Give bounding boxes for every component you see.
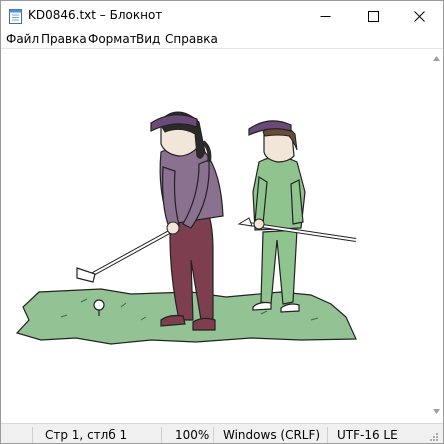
- menu-format[interactable]: Формат: [88, 32, 137, 46]
- instructor-figure: [237, 120, 357, 313]
- menu-edit[interactable]: Правка: [41, 32, 87, 46]
- status-encoding: UTF-16 LE: [337, 428, 398, 442]
- golf-illustration: [15, 111, 357, 345]
- status-zoom: 100%: [175, 428, 210, 442]
- maximize-icon: [368, 11, 379, 22]
- menu-view[interactable]: Вид: [136, 32, 160, 46]
- minimize-icon: [320, 16, 331, 17]
- menu-file[interactable]: Файл: [6, 32, 39, 46]
- notepad-icon: [9, 9, 22, 24]
- maximize-button[interactable]: [351, 1, 397, 31]
- close-icon: [414, 11, 425, 22]
- scroll-up-arrow-icon[interactable]: [433, 56, 440, 61]
- status-separator: [32, 427, 33, 443]
- close-button[interactable]: [397, 1, 443, 31]
- title-bar[interactable]: KD0846.txt – Блокнот: [1, 1, 443, 31]
- scroll-down-arrow-icon[interactable]: [433, 409, 440, 414]
- notepad-window: KD0846.txt – Блокнот Файл Правка Формат …: [0, 0, 444, 444]
- menu-bar: Файл Правка Формат Вид Справка: [1, 31, 443, 48]
- resize-grip-icon[interactable]: [429, 432, 439, 442]
- status-separator: [327, 427, 328, 443]
- status-separator: [213, 427, 214, 443]
- status-line-endings: Windows (CRLF): [223, 428, 321, 442]
- status-bar: Стр 1, стлб 1 100% Windows (CRLF) UTF-16…: [1, 423, 443, 443]
- menu-help[interactable]: Справка: [165, 32, 218, 46]
- text-editor-area[interactable]: [1, 48, 443, 423]
- status-cursor-position: Стр 1, стлб 1: [45, 428, 128, 442]
- minimize-button[interactable]: [303, 1, 349, 31]
- status-separator: [161, 427, 162, 443]
- window-title: KD0846.txt – Блокнот: [28, 8, 163, 22]
